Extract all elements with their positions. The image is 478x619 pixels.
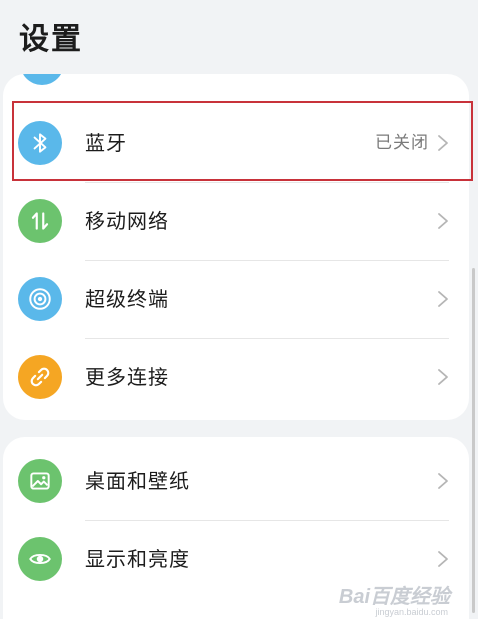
divider	[85, 338, 449, 339]
settings-item-label: 超级终端	[85, 287, 169, 311]
chevron-right-icon	[438, 551, 448, 567]
eye-icon	[18, 537, 62, 581]
settings-item-label: 移动网络	[85, 209, 169, 233]
wallpaper-icon	[18, 459, 62, 503]
super-device-icon	[18, 277, 62, 321]
highlight-box	[12, 101, 473, 181]
watermark-url: jingyan.baidu.com	[375, 607, 448, 617]
divider	[85, 520, 449, 521]
partial-wifi-icon	[20, 74, 64, 85]
settings-item-label: 桌面和壁纸	[85, 469, 190, 493]
link-icon	[18, 355, 62, 399]
divider	[85, 260, 449, 261]
settings-item-label: 显示和亮度	[85, 547, 190, 571]
settings-item-super-device[interactable]: 超级终端	[3, 260, 469, 338]
settings-item-mobile-network[interactable]: 移动网络	[3, 182, 469, 260]
chevron-right-icon	[438, 213, 448, 229]
chevron-right-icon	[438, 369, 448, 385]
settings-item-more-connections[interactable]: 更多连接	[3, 338, 469, 416]
page-title: 设置	[19, 22, 83, 57]
chevron-right-icon	[438, 291, 448, 307]
divider	[85, 182, 449, 183]
settings-item-wallpaper[interactable]: 桌面和壁纸	[3, 442, 469, 520]
scrollbar[interactable]	[472, 268, 475, 613]
chevron-right-icon	[438, 473, 448, 489]
settings-item-label: 更多连接	[85, 365, 169, 389]
watermark: Bai百度经验	[338, 586, 450, 608]
mobile-data-icon	[18, 199, 62, 243]
